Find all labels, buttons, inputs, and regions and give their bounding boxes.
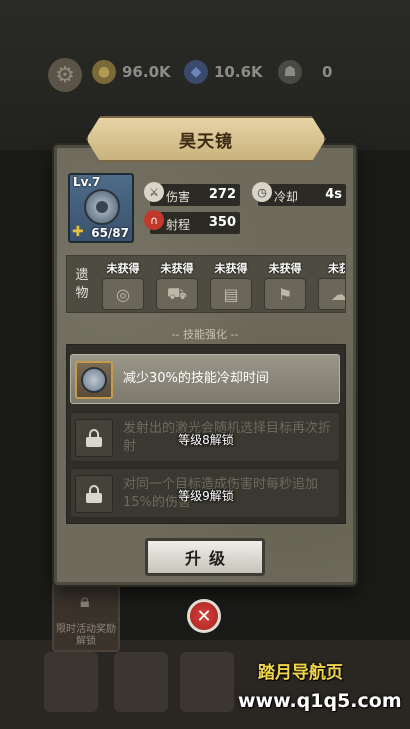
watermark-title: 踏月导航页 bbox=[258, 663, 343, 683]
gem-icon: ◆ bbox=[184, 60, 208, 84]
relic-slot[interactable]: 未获得 ▤ bbox=[207, 260, 255, 310]
stat-damage: ⚔ 伤害 272 bbox=[144, 182, 240, 206]
energy-counter: ☗ 0 bbox=[278, 60, 332, 84]
weapon-level: Lv.7 bbox=[73, 175, 101, 189]
stat-range: ∩ 射程 350 bbox=[144, 210, 240, 234]
relic-slot[interactable]: 未获得 ⛟ bbox=[153, 260, 201, 310]
dialog-title: 昊天镜 bbox=[179, 131, 233, 152]
ticket-icon: ▤ bbox=[210, 278, 252, 310]
lock-icon: 🔒︎ bbox=[80, 591, 90, 612]
cart-icon: ⛟ bbox=[156, 278, 198, 310]
skill-item-locked[interactable]: 发射出的激光会随机选择目标再次折射 等级8解锁 bbox=[70, 412, 340, 462]
relic-slot[interactable]: 未获得 ◎ bbox=[99, 260, 147, 310]
unlock-requirement: 等级8解锁 bbox=[178, 433, 234, 447]
stat-cooldown: ◷ 冷却 4s bbox=[252, 182, 346, 206]
gold-counter: ● 96.0K bbox=[92, 60, 171, 84]
sword-icon: ⚔ bbox=[144, 182, 164, 202]
gear-icon[interactable]: ⚙ bbox=[48, 58, 82, 92]
skill-item[interactable]: 减少30%的技能冷却时间 bbox=[70, 354, 340, 404]
relic-label: 遗 物 bbox=[75, 268, 89, 301]
coin-icon: ● bbox=[92, 60, 116, 84]
dialog-title-banner: 昊天镜 bbox=[86, 116, 326, 162]
tab-store[interactable] bbox=[114, 652, 168, 712]
tab-weapons[interactable] bbox=[180, 652, 234, 712]
magnet-icon: ∩ bbox=[144, 210, 164, 230]
shield-icon: ◎ bbox=[102, 278, 144, 310]
skill-item-locked[interactable]: 对同一个目标造成伤害时每秒追加15%的伤害 等级9解锁 bbox=[70, 468, 340, 518]
star-icon: ✚ bbox=[72, 224, 84, 240]
rock-icon: ☁ bbox=[318, 278, 345, 310]
weapon-icon-box: Lv.7 ✚ 65/87 bbox=[68, 173, 134, 243]
bottom-nav bbox=[0, 640, 410, 729]
section-title-skill-upgrade: -- 技能强化 -- bbox=[171, 328, 239, 341]
upgrade-button[interactable]: 升级 bbox=[145, 538, 265, 576]
close-icon[interactable]: ✕ bbox=[187, 599, 221, 633]
weapon-progress: 65/87 bbox=[91, 226, 129, 240]
tab-shop[interactable] bbox=[44, 652, 98, 712]
sign-icon: ⚑ bbox=[264, 278, 306, 310]
clock-icon: ◷ bbox=[252, 182, 272, 202]
relic-slot[interactable]: 未获得 ⚑ bbox=[261, 260, 309, 310]
relic-slot[interactable]: 未获 ☁ bbox=[315, 260, 345, 310]
unlock-requirement: 等级9解锁 bbox=[178, 489, 234, 503]
mirror-icon bbox=[84, 189, 120, 225]
relic-row: 遗 物 未获得 ◎ 未获得 ⛟ 未获得 ▤ 未获得 ⚑ 未获 ☁ bbox=[66, 255, 346, 313]
gem-counter: ◆ 10.6K bbox=[184, 60, 263, 84]
mirror-skill-icon bbox=[75, 361, 113, 399]
event-reward-card[interactable]: 🔒︎ 限时活动奖励解锁 bbox=[52, 582, 120, 652]
watermark-url: www.q1q5.com bbox=[238, 690, 402, 712]
helmet-icon: ☗ bbox=[278, 60, 302, 84]
